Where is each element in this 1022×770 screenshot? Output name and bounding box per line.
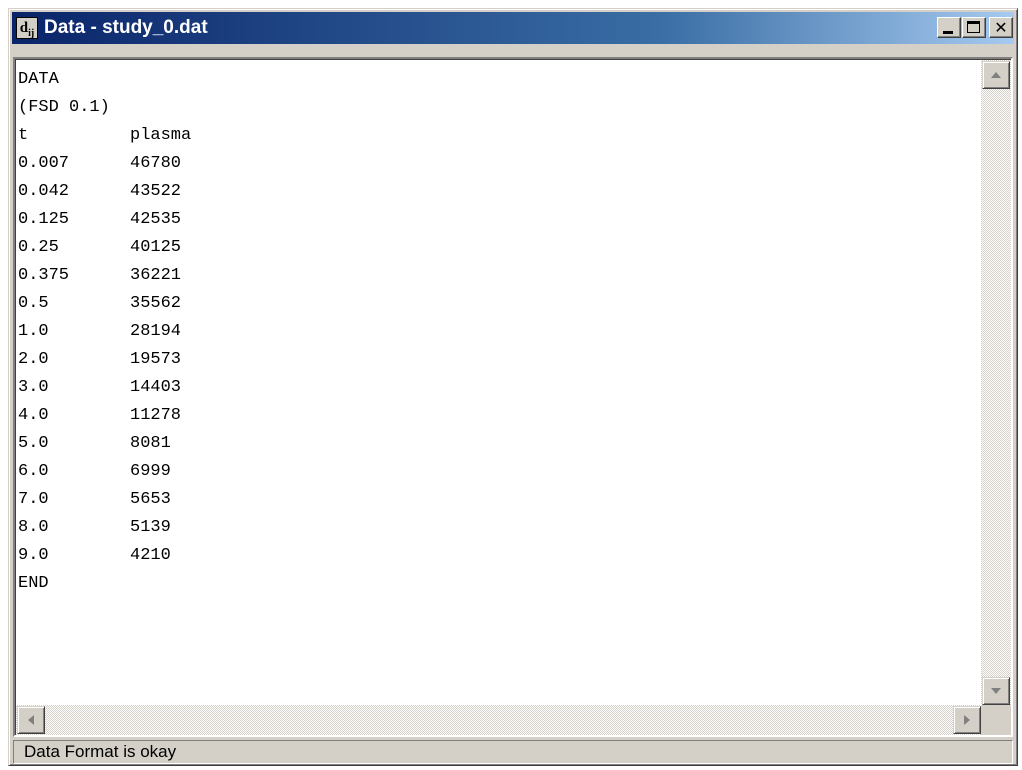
time-value: 0.5: [18, 294, 49, 313]
plasma-value: 46780: [130, 154, 182, 173]
data-rows: 0.007 46780 0.042 43522 0.125 42535 0.25 40125 0…: [18, 150, 978, 570]
plasma-value: 42535: [130, 210, 182, 229]
arrow-left-icon: [28, 715, 34, 725]
time-value: 0.25: [18, 238, 59, 257]
data-row: 9.0 4210: [18, 542, 978, 570]
time-value: 7.0: [18, 490, 49, 509]
data-row: 4.0 11278: [18, 402, 978, 430]
time-value: 4.0: [18, 406, 49, 425]
time-value: 5.0: [18, 434, 49, 453]
end-line: END: [18, 574, 49, 593]
time-value: 0.042: [18, 182, 70, 201]
plasma-value: 35562: [130, 294, 182, 313]
data-row: 0.125 42535: [18, 206, 978, 234]
app-icon[interactable]: dij: [16, 17, 38, 39]
time-value: 0.007: [18, 154, 70, 173]
plasma-value: 11278: [130, 406, 182, 425]
arrow-right-icon: [964, 715, 970, 725]
close-button[interactable]: ✕: [989, 17, 1013, 38]
plasma-value: 14403: [130, 378, 182, 397]
column-header-row: t plasma: [18, 122, 978, 150]
maximize-button[interactable]: [962, 17, 986, 38]
column-header-t: t: [18, 126, 29, 145]
time-value: 2.0: [18, 350, 49, 369]
arrow-down-icon: [991, 688, 1001, 694]
scroll-down-button[interactable]: [982, 677, 1010, 705]
scroll-left-button[interactable]: [17, 706, 45, 734]
data-editor: DATA (FSD 0.1) t plasma 0.007 46780 0.042 43…: [13, 57, 1013, 737]
data-row: 0.5 35562: [18, 290, 978, 318]
plasma-value: 40125: [130, 238, 182, 257]
time-value: 3.0: [18, 378, 49, 397]
plasma-value: 28194: [130, 322, 182, 341]
status-text: Data Format is okay: [24, 742, 177, 761]
scrollbar-corner: [981, 705, 1011, 735]
data-row: 0.007 46780: [18, 150, 978, 178]
data-window: dij Data - study_0.dat ✕ DATA (FSD 0.1) …: [8, 8, 1018, 766]
data-row: 3.0 14403: [18, 374, 978, 402]
plasma-value: 6999: [130, 462, 171, 481]
vertical-scrollbar[interactable]: [981, 60, 1011, 706]
time-value: 0.125: [18, 210, 70, 229]
data-row: 2.0 19573: [18, 346, 978, 374]
close-icon: ✕: [994, 18, 1008, 37]
window-title: Data - study_0.dat: [44, 17, 208, 38]
scroll-right-button[interactable]: [953, 706, 981, 734]
horizontal-scrollbar[interactable]: [16, 705, 982, 735]
data-row: 6.0 6999: [18, 458, 978, 486]
column-header-plasma: plasma: [130, 126, 192, 145]
time-value: 6.0: [18, 462, 49, 481]
arrow-up-icon: [991, 72, 1001, 78]
header-line: DATA: [18, 70, 59, 89]
data-row: 0.375 36221: [18, 262, 978, 290]
data-row: 1.0 28194: [18, 318, 978, 346]
time-value: 1.0: [18, 322, 49, 341]
data-text-area[interactable]: DATA (FSD 0.1) t plasma 0.007 46780 0.042 43…: [18, 66, 978, 696]
plasma-value: 8081: [130, 434, 171, 453]
plasma-value: 5653: [130, 490, 171, 509]
data-row: 0.042 43522: [18, 178, 978, 206]
plasma-value: 43522: [130, 182, 182, 201]
data-row: 0.25 40125: [18, 234, 978, 262]
data-row: 8.0 5139: [18, 514, 978, 542]
plasma-value: 4210: [130, 546, 171, 565]
time-value: 9.0: [18, 546, 49, 565]
maximize-icon: [967, 21, 980, 33]
minimize-button[interactable]: [937, 17, 961, 38]
data-row: 5.0 8081: [18, 430, 978, 458]
header-line: (FSD 0.1): [18, 98, 110, 117]
plasma-value: 5139: [130, 518, 171, 537]
scroll-up-button[interactable]: [982, 61, 1010, 89]
time-value: 8.0: [18, 518, 49, 537]
status-bar: Data Format is okay: [13, 740, 1013, 764]
data-row: 7.0 5653: [18, 486, 978, 514]
plasma-value: 36221: [130, 266, 182, 285]
plasma-value: 19573: [130, 350, 182, 369]
time-value: 0.375: [18, 266, 70, 285]
minimize-icon: [943, 31, 953, 34]
title-bar[interactable]: dij Data - study_0.dat ✕: [12, 12, 1014, 44]
